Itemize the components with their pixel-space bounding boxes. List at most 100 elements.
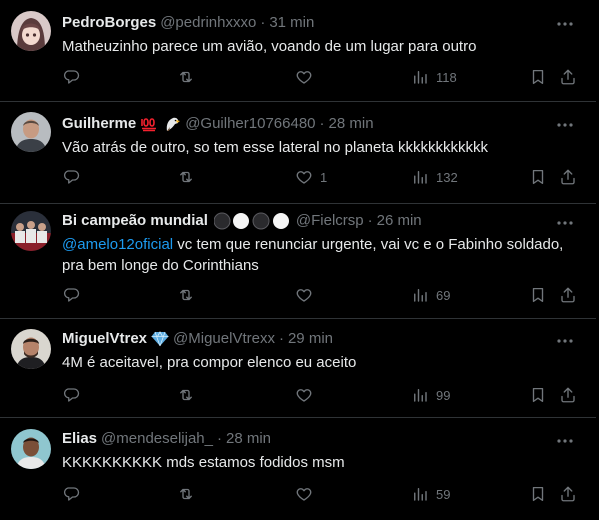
retweet-icon (180, 389, 192, 401)
gem-emoji-icon (151, 331, 169, 347)
views-chart-icon (414, 71, 427, 84)
views-button[interactable]: 99 (411, 385, 450, 405)
action-bar: 118 (62, 67, 576, 87)
tweet-header: MiguelVtrex @MiguelVtrexx · 29 min (62, 329, 556, 349)
bookmark-button[interactable] (529, 484, 547, 504)
share-icon (561, 387, 575, 403)
reply-icon (63, 170, 80, 184)
timestamp[interactable]: 26 min (377, 211, 422, 231)
share-button[interactable] (559, 385, 577, 405)
share-button[interactable] (559, 484, 577, 504)
avatar[interactable] (11, 11, 51, 51)
share-button[interactable] (559, 67, 577, 87)
author-handle[interactable]: @Fielcrsp (296, 211, 364, 231)
reply-button[interactable] (62, 167, 80, 187)
tweet-text: KKKKKKKKKK mds estamos fodidos msm (62, 452, 578, 473)
action-bar: 59 (62, 484, 576, 504)
more-options-icon[interactable] (556, 434, 574, 446)
like-button[interactable] (295, 484, 320, 504)
share-icon (561, 486, 575, 502)
retweet-button[interactable] (177, 167, 195, 187)
bookmark-icon (532, 169, 544, 185)
views-chart-icon (414, 488, 427, 501)
like-button[interactable]: 1 (295, 167, 327, 187)
author-name[interactable]: MiguelVtrex (62, 329, 147, 349)
tweet-text: 4M é aceitavel, pra compor elenco eu ace… (62, 352, 578, 373)
bookmark-button[interactable] (529, 67, 547, 87)
tweet-header: Guilherme @Guilher10766480 · 28 min (62, 114, 556, 134)
timestamp[interactable]: 28 min (329, 114, 374, 134)
reply-icon (63, 288, 80, 302)
separator-dot: · (319, 115, 325, 132)
reply-button[interactable] (62, 484, 80, 504)
avatar[interactable] (11, 329, 51, 369)
tweet[interactable]: Elias @mendeselijah_ · 28 min KKKKKKKKKK… (0, 417, 596, 520)
timestamp[interactable]: 29 min (288, 329, 333, 349)
player-photo-avatar-icon (11, 329, 51, 369)
views-button[interactable]: 69 (411, 285, 450, 305)
like-button[interactable] (295, 67, 320, 87)
share-button[interactable] (559, 167, 577, 187)
timestamp[interactable]: 31 min (269, 13, 314, 33)
timestamp[interactable]: 28 min (226, 429, 271, 449)
share-button[interactable] (559, 285, 577, 305)
action-bar: 99 (62, 385, 576, 405)
retweet-button[interactable] (177, 385, 195, 405)
reply-button[interactable] (62, 385, 80, 405)
bookmark-button[interactable] (529, 285, 547, 305)
name-emojis (213, 212, 292, 230)
more-options-icon[interactable] (556, 17, 574, 29)
tweet-text: Vão atrás de outro, so tem esse lateral … (62, 137, 578, 158)
bookmark-button[interactable] (529, 385, 547, 405)
tweet-text: Matheuzinho parece um avião, voando de u… (62, 36, 578, 57)
man-photo-avatar-icon (11, 112, 51, 152)
views-button[interactable]: 118 (411, 67, 457, 87)
author-name[interactable]: Bi campeão mundial (62, 211, 208, 231)
author-name[interactable]: PedroBorges (62, 13, 156, 33)
more-options-icon[interactable] (556, 216, 574, 228)
tweet-body: Matheuzinho parece um avião, voando de u… (62, 38, 477, 55)
tweet-body: 4M é aceitavel, pra compor elenco eu ace… (62, 354, 357, 371)
author-handle[interactable]: @pedrinhxxxo (160, 13, 256, 33)
like-button[interactable] (295, 385, 320, 405)
tweet[interactable]: Bi campeão mundial @Fielcrsp · 26 min @a… (0, 203, 596, 319)
views-button[interactable]: 132 (411, 167, 458, 187)
reply-button[interactable] (62, 285, 80, 305)
bookmark-button[interactable] (529, 167, 547, 187)
tweet-header: PedroBorges @pedrinhxxxo · 31 min (62, 13, 556, 33)
action-bar: 1 132 (62, 167, 576, 187)
name-emojis (151, 331, 169, 347)
views-button[interactable]: 59 (411, 484, 450, 504)
separator-dot: · (278, 330, 284, 347)
more-options-icon[interactable] (556, 334, 574, 346)
more-options-icon[interactable] (556, 118, 574, 130)
views-chart-icon (414, 389, 427, 402)
author-handle[interactable]: @Guilher10766480 (185, 114, 315, 134)
separator-dot: · (367, 212, 373, 229)
retweet-button[interactable] (177, 285, 195, 305)
mention-link[interactable]: @amelo12oficial (62, 236, 173, 253)
avatar[interactable] (11, 211, 51, 251)
heart-icon (296, 171, 312, 184)
avatar[interactable] (11, 112, 51, 152)
avatar[interactable] (11, 429, 51, 469)
tweet-body: Vão atrás de outro, so tem esse lateral … (62, 139, 489, 156)
view-count: 99 (436, 387, 451, 403)
tweet[interactable]: PedroBorges @pedrinhxxxo · 31 min Matheu… (0, 0, 596, 102)
tweet[interactable]: MiguelVtrex @MiguelVtrexx · 29 min 4M é … (0, 318, 596, 418)
author-handle[interactable]: @mendeselijah_ (101, 429, 213, 449)
retweet-button[interactable] (177, 484, 195, 504)
author-name[interactable]: Elias (62, 429, 97, 449)
reply-button[interactable] (62, 67, 80, 87)
retweet-icon (180, 488, 192, 500)
retweet-button[interactable] (177, 67, 195, 87)
separator-dot: · (260, 14, 266, 31)
heart-icon (296, 488, 312, 501)
like-button[interactable] (295, 285, 320, 305)
author-name[interactable]: Guilherme (62, 114, 136, 134)
reply-icon (63, 388, 80, 402)
action-bar: 69 (62, 285, 576, 305)
tweet[interactable]: Guilherme @Guilher10766480 · 28 min Vão … (0, 101, 596, 204)
share-icon (561, 287, 575, 303)
author-handle[interactable]: @MiguelVtrexx (173, 329, 275, 349)
